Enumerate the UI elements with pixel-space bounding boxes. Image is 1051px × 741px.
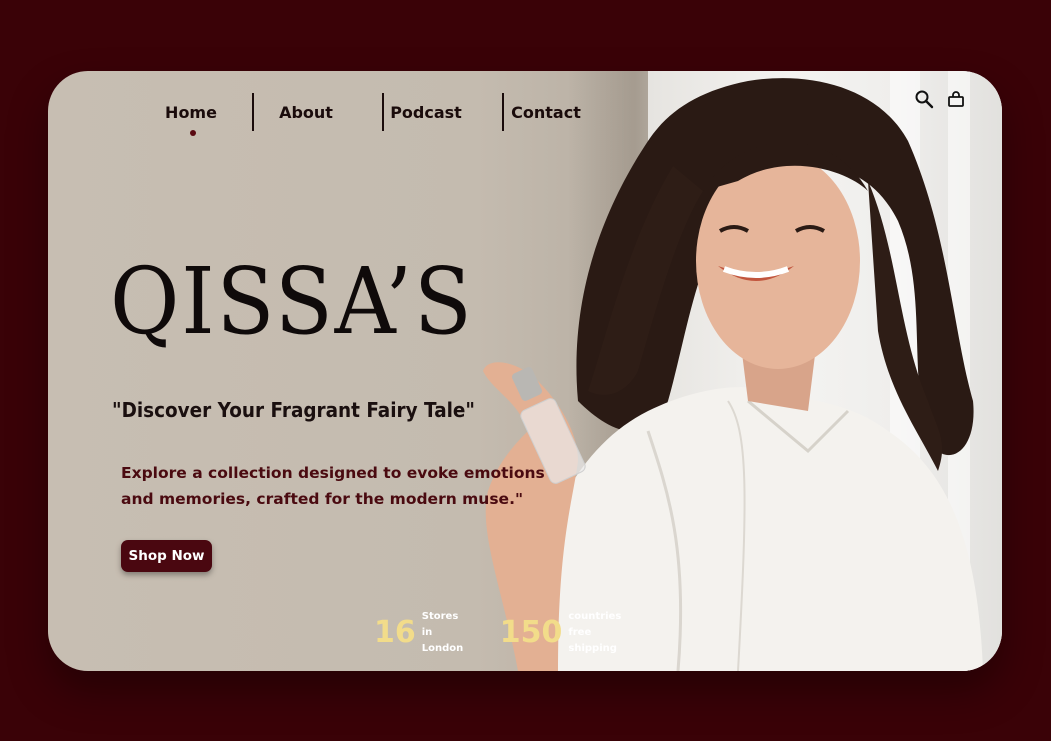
nav-divider [252,93,254,131]
nav-about-label: About [279,102,333,122]
stat-stores-number: 16 [374,615,416,650]
hero-tagline: "Discover Your Fragrant Fairy Tale" [112,398,475,422]
brand-title: QISSA’S [110,248,474,355]
stat-countries-label: countries free shipping [568,611,622,654]
nav-divider [382,93,384,131]
nav-podcast-label: Podcast [390,102,462,122]
main-nav: Home About Podcast Contact [156,91,596,136]
search-icon[interactable] [914,89,934,109]
header-icons [914,89,966,109]
shop-now-button[interactable]: Shop Now [121,540,212,572]
nav-podcast[interactable]: Podcast [376,103,476,122]
nav-home-label: Home [165,102,217,122]
stat-stores-label: Stores in London [421,611,464,654]
hero-description: Explore a collection designed to evoke e… [121,464,545,508]
stats-row: 16 Stores in London 150 countries free s… [374,609,638,657]
active-indicator-dot [190,129,196,136]
stat-countries-number: 150 [499,615,563,650]
hero-card: Home About Podcast Contact QISSA’S "Disc… [48,71,1002,671]
nav-contact[interactable]: Contact [496,103,596,122]
stat-stores: 16 Stores in London [374,609,470,657]
nav-home[interactable]: Home [156,102,226,136]
shopping-bag-icon[interactable] [946,89,966,109]
nav-contact-label: Contact [511,102,581,122]
woman-with-perfume-photo [483,78,983,671]
nav-divider [502,93,504,131]
nav-about[interactable]: About [256,103,356,122]
stat-countries: 150 countries free shipping [500,609,639,657]
